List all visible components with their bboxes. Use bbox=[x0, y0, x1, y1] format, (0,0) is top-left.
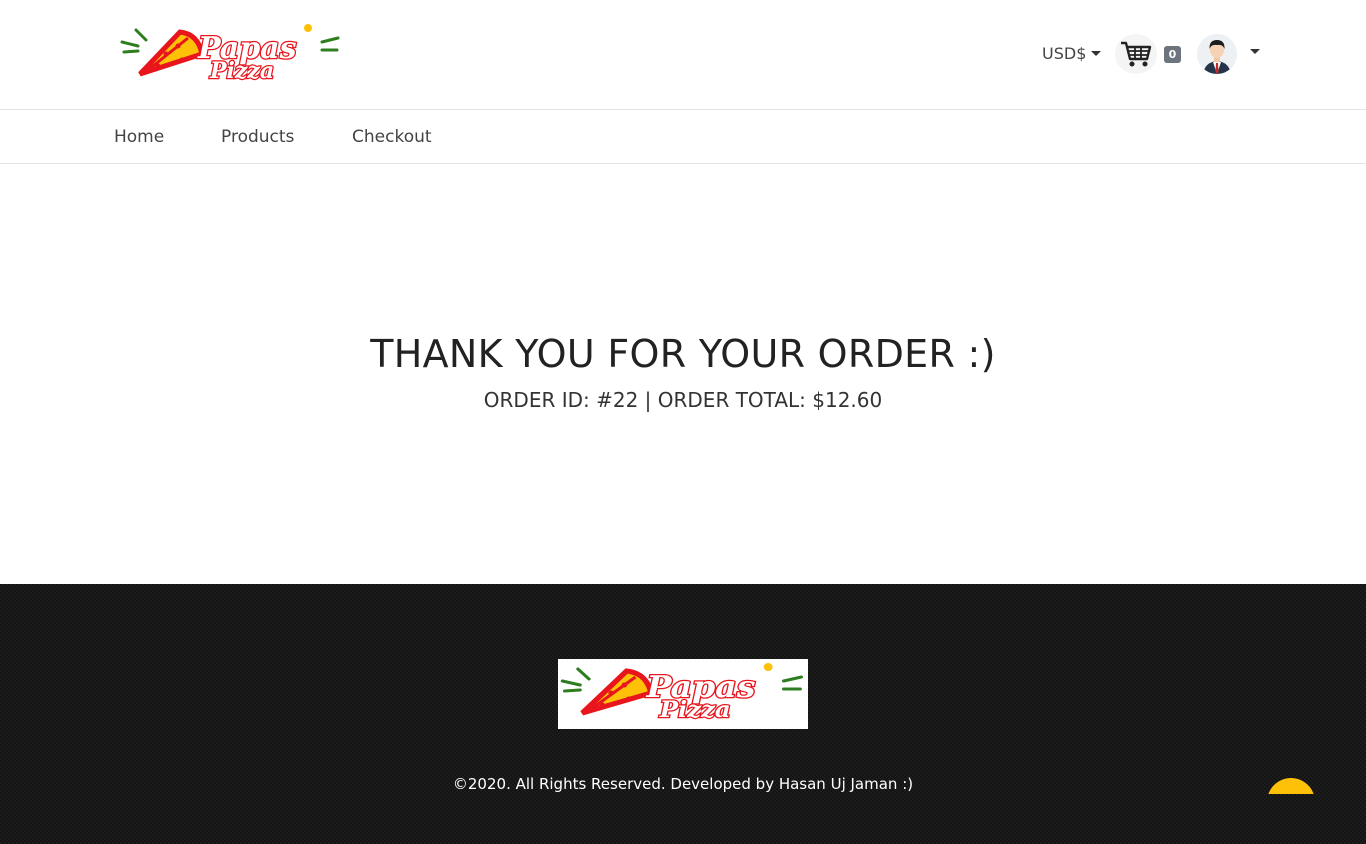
user-avatar-icon bbox=[1197, 34, 1237, 74]
page-footer: Papas Pizza ©2020. All Rights Reserved. … bbox=[0, 584, 1366, 844]
footer-logo: Papas Pizza bbox=[558, 659, 808, 729]
scroll-to-top-icon bbox=[1267, 778, 1315, 794]
main-navigation: Home Products Checkout bbox=[0, 111, 1366, 164]
copyright-text: ©2020. All Rights Reserved. Developed by… bbox=[452, 775, 914, 793]
pizza-logo-icon: Papas Pizza bbox=[560, 663, 804, 724]
shopping-cart-icon bbox=[1121, 41, 1152, 67]
chevron-down-icon bbox=[1091, 51, 1102, 56]
currency-label: USD$ bbox=[1042, 44, 1087, 63]
user-menu-chevron-icon[interactable] bbox=[1250, 49, 1260, 54]
header-logo[interactable]: Papas Pizza bbox=[118, 20, 344, 90]
svg-text:Pizza: Pizza bbox=[209, 58, 274, 84]
scroll-to-top-button[interactable] bbox=[1267, 778, 1315, 794]
svg-text:Pizza: Pizza bbox=[659, 697, 731, 723]
cart-button[interactable] bbox=[1115, 34, 1157, 74]
currency-selector[interactable]: USD$ bbox=[1042, 44, 1102, 63]
thank-you-heading: THANK YOU FOR YOUR ORDER :) bbox=[370, 332, 996, 376]
top-header: Papas Pizza USD$ 0 bbox=[0, 0, 1366, 110]
order-summary-text: ORDER ID: #22 | ORDER TOTAL: $12.60 bbox=[483, 388, 883, 412]
cart-count-badge: 0 bbox=[1164, 46, 1181, 63]
nav-item-products[interactable]: Products bbox=[221, 127, 294, 147]
nav-item-home[interactable]: Home bbox=[114, 127, 164, 147]
user-avatar[interactable] bbox=[1197, 34, 1237, 74]
nav-item-checkout[interactable]: Checkout bbox=[352, 127, 432, 147]
pizza-logo-icon: Papas Pizza bbox=[120, 24, 340, 85]
